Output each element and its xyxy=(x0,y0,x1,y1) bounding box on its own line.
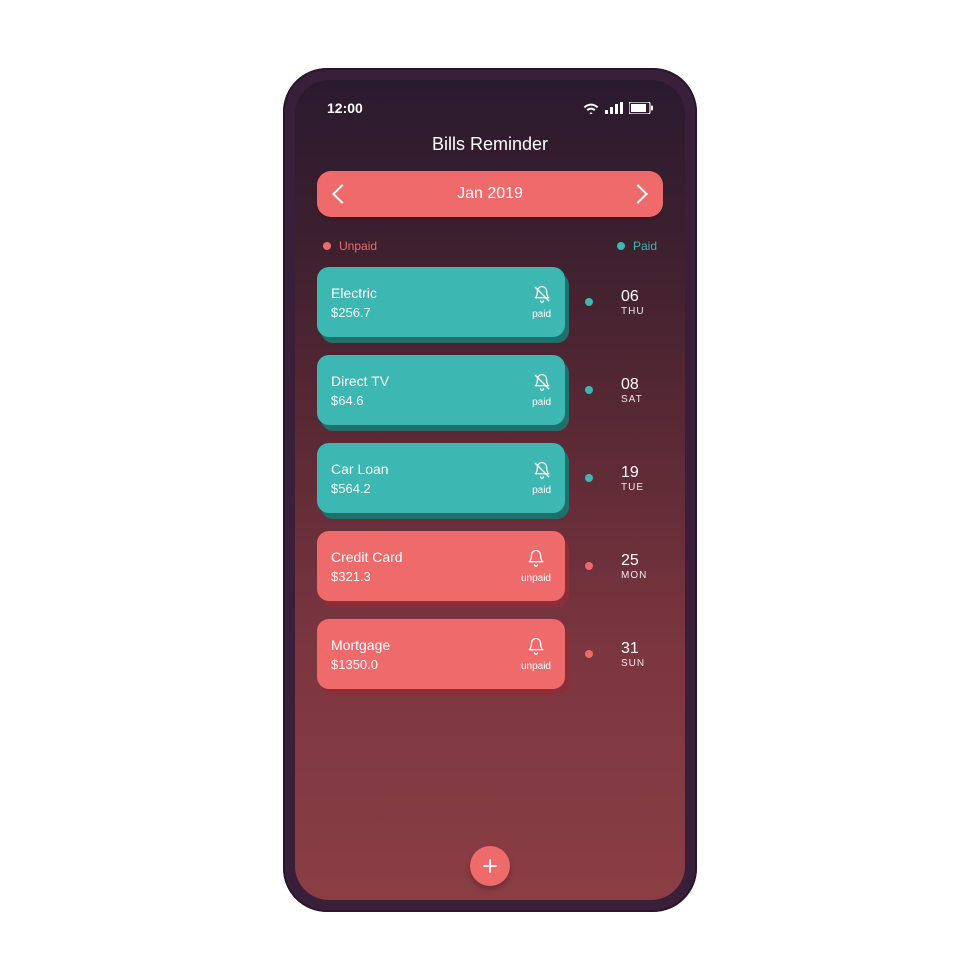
bill-weekday: THU xyxy=(621,306,661,317)
bill-day: 31 xyxy=(621,640,661,658)
status-bar: 12:00 xyxy=(317,98,663,126)
bill-weekday: MON xyxy=(621,570,661,581)
bill-weekday: SAT xyxy=(621,394,661,405)
bill-weekday: SUN xyxy=(621,658,661,669)
bill-status-label: unpaid xyxy=(521,661,551,672)
status-icons xyxy=(583,102,653,114)
bill-amount: $564.2 xyxy=(331,481,389,496)
bill-day: 06 xyxy=(621,288,661,306)
bill-date: 31 SUN xyxy=(621,640,661,669)
bill-row: Electric $256.7 paid 06 THU xyxy=(317,267,661,337)
bill-day: 19 xyxy=(621,464,661,482)
status-dot-icon xyxy=(585,650,593,658)
bill-row: Mortgage $1350.0 unpaid 31 SUN xyxy=(317,619,661,689)
legend-paid: Paid xyxy=(617,239,657,253)
bill-status-label: paid xyxy=(532,309,551,320)
bill-date: 19 TUE xyxy=(621,464,661,493)
bill-name: Direct TV xyxy=(331,373,389,389)
legend-unpaid: Unpaid xyxy=(323,239,377,253)
legend: Unpaid Paid xyxy=(323,239,657,253)
bill-amount: $1350.0 xyxy=(331,657,390,672)
bill-amount: $256.7 xyxy=(331,305,377,320)
status-dot-icon xyxy=(585,386,593,394)
bell-icon xyxy=(527,637,545,658)
bill-info: Credit Card $321.3 xyxy=(331,549,403,584)
bill-status: paid xyxy=(532,461,551,496)
battery-icon xyxy=(629,102,653,114)
prev-month-button[interactable] xyxy=(332,184,352,204)
bill-date: 25 MON xyxy=(621,552,661,581)
dot-paid-icon xyxy=(617,242,625,250)
bill-row: Direct TV $64.6 paid 08 SAT xyxy=(317,355,661,425)
bill-status: paid xyxy=(532,373,551,408)
bill-card[interactable]: Mortgage $1350.0 unpaid xyxy=(317,619,565,689)
bill-day: 08 xyxy=(621,376,661,394)
bill-status: unpaid xyxy=(521,637,551,672)
legend-paid-label: Paid xyxy=(633,239,657,253)
dot-unpaid-icon xyxy=(323,242,331,250)
bill-status-label: paid xyxy=(532,397,551,408)
month-selector: Jan 2019 xyxy=(317,171,663,217)
next-month-button[interactable] xyxy=(628,184,648,204)
bill-info: Direct TV $64.6 xyxy=(331,373,389,408)
bill-card[interactable]: Direct TV $64.6 paid xyxy=(317,355,565,425)
bell-off-icon xyxy=(533,285,551,306)
bill-weekday: TUE xyxy=(621,482,661,493)
bill-name: Car Loan xyxy=(331,461,389,477)
bell-off-icon xyxy=(533,373,551,394)
status-dot-icon xyxy=(585,562,593,570)
status-time: 12:00 xyxy=(327,100,363,116)
bill-name: Electric xyxy=(331,285,377,301)
wifi-icon xyxy=(583,102,599,114)
add-bill-button[interactable] xyxy=(470,846,510,886)
bills-list: Electric $256.7 paid 06 THU Direct TV $6… xyxy=(317,267,663,836)
bill-info: Car Loan $564.2 xyxy=(331,461,389,496)
page-title: Bills Reminder xyxy=(317,134,663,155)
bill-status-label: unpaid xyxy=(521,573,551,584)
month-label: Jan 2019 xyxy=(457,185,523,203)
bill-status: unpaid xyxy=(521,549,551,584)
bill-row: Credit Card $321.3 unpaid 25 MON xyxy=(317,531,661,601)
bill-row: Car Loan $564.2 paid 19 TUE xyxy=(317,443,661,513)
bill-info: Electric $256.7 xyxy=(331,285,377,320)
bill-status: paid xyxy=(532,285,551,320)
status-dot-icon xyxy=(585,298,593,306)
bill-status-label: paid xyxy=(532,485,551,496)
bill-card[interactable]: Credit Card $321.3 unpaid xyxy=(317,531,565,601)
signal-icon xyxy=(605,102,623,114)
bill-amount: $64.6 xyxy=(331,393,389,408)
bill-day: 25 xyxy=(621,552,661,570)
bill-info: Mortgage $1350.0 xyxy=(331,637,390,672)
bill-name: Credit Card xyxy=(331,549,403,565)
legend-unpaid-label: Unpaid xyxy=(339,239,377,253)
bell-off-icon xyxy=(533,461,551,482)
status-dot-icon xyxy=(585,474,593,482)
bill-card[interactable]: Electric $256.7 paid xyxy=(317,267,565,337)
bell-icon xyxy=(527,549,545,570)
bill-name: Mortgage xyxy=(331,637,390,653)
bill-date: 06 THU xyxy=(621,288,661,317)
phone-frame: 12:00 Bills Reminder Jan 2019 Unpaid Pai… xyxy=(283,68,697,912)
bill-date: 08 SAT xyxy=(621,376,661,405)
app-screen: 12:00 Bills Reminder Jan 2019 Unpaid Pai… xyxy=(295,80,685,900)
plus-icon xyxy=(482,858,498,874)
bill-card[interactable]: Car Loan $564.2 paid xyxy=(317,443,565,513)
bill-amount: $321.3 xyxy=(331,569,403,584)
